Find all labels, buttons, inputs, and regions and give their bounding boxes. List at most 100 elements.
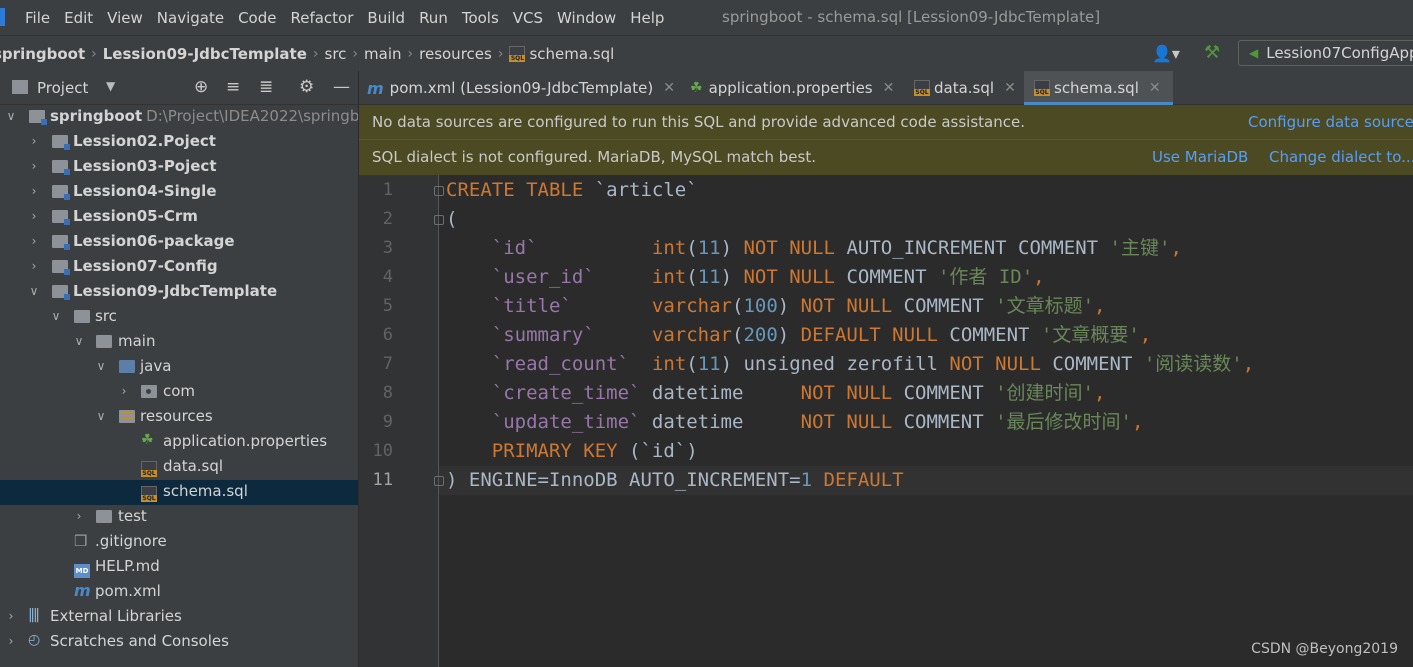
chevron-down-icon[interactable]: ∨ [28, 284, 40, 298]
datasource-notification: No data sources are configured to run th… [359, 105, 1413, 140]
tree-item-label: Scratches and Consoles [50, 632, 229, 650]
tree-item-main[interactable]: ∨ main [0, 330, 358, 355]
fold-marker-icon[interactable] [434, 476, 444, 486]
tree-item-scratches[interactable]: › ◴ Scratches and Consoles [0, 630, 358, 655]
code-token: ( [732, 324, 744, 346]
chevron-right-icon[interactable]: › [28, 259, 40, 273]
gear-icon[interactable]: ⚙ [299, 77, 314, 97]
menu-edit[interactable]: Edit [57, 9, 100, 27]
close-icon[interactable]: ✕ [663, 80, 675, 96]
fold-marker-icon[interactable] [434, 186, 444, 196]
code-token: '文章概要' [1040, 324, 1140, 346]
maven-icon: m [367, 78, 384, 98]
tree-item-lession02[interactable]: › Lession02.Poject [0, 130, 358, 155]
tree-item-help-md[interactable]: MD HELP.md [0, 555, 358, 580]
tree-item-external-libraries[interactable]: › ‖‖ External Libraries [0, 605, 358, 630]
menu-navigate[interactable]: Navigate [150, 9, 231, 27]
breadcrumb-project[interactable]: springboot [0, 45, 85, 63]
chevron-right-icon[interactable]: › [118, 384, 130, 398]
tab-data-sql[interactable]: data.sql ✕ [914, 71, 1016, 105]
use-mariadb-link[interactable]: Use MariaDB [1152, 148, 1248, 166]
tree-item-gitignore[interactable]: ❒ .gitignore [0, 530, 358, 555]
collapse-all-icon[interactable]: ≣ [259, 77, 273, 97]
tree-item-lession09[interactable]: ∨ Lession09-JdbcTemplate [0, 280, 358, 305]
locate-file-icon[interactable]: ⊕ [194, 77, 208, 97]
editor-tab-bar: m pom.xml (Lession09-JdbcTemplate) ✕ ☘ a… [359, 71, 1413, 105]
menu-window[interactable]: Window [550, 9, 623, 27]
menu-vcs[interactable]: VCS [506, 9, 550, 27]
chevron-down-icon[interactable]: ∨ [73, 334, 85, 348]
project-panel-title[interactable]: Project [37, 79, 88, 97]
fold-marker-icon[interactable] [434, 215, 444, 225]
chevron-right-icon[interactable]: › [28, 184, 40, 198]
tree-item-lession03[interactable]: › Lession03-Poject [0, 155, 358, 180]
tree-item-src[interactable]: ∨ src [0, 305, 358, 330]
code-token: ( [686, 353, 698, 375]
menu-tools[interactable]: Tools [455, 9, 506, 27]
tree-item-springboot[interactable]: ∨ springbootD:\Project\IDEA2022\springbo… [0, 105, 358, 130]
breadcrumb-module[interactable]: Lession09-JdbcTemplate [103, 45, 307, 63]
menu-help[interactable]: Help [623, 9, 671, 27]
chevron-right-icon[interactable]: › [28, 234, 40, 248]
intellij-logo-icon[interactable] [0, 8, 5, 26]
menu-run[interactable]: Run [412, 9, 455, 27]
tree-item-test[interactable]: › test [0, 505, 358, 530]
chevron-down-icon[interactable]: ∨ [95, 359, 107, 373]
code-token: 100 [743, 295, 778, 317]
code-token: , [1132, 411, 1144, 433]
module-folder-icon [29, 109, 47, 127]
tab-application-properties[interactable]: ☘ application.properties ✕ [690, 71, 894, 105]
breadcrumb-main[interactable]: main [364, 45, 401, 63]
close-icon[interactable]: ✕ [883, 80, 895, 96]
tab-schema-sql[interactable]: schema.sql ✕ [1024, 71, 1173, 105]
chevron-right-icon[interactable]: › [5, 609, 17, 623]
tree-item-lession04[interactable]: › Lession04-Single [0, 180, 358, 205]
configure-data-source-link[interactable]: Configure data source [1248, 113, 1413, 131]
tree-item-data-sql[interactable]: data.sql [0, 455, 358, 480]
hide-panel-icon[interactable]: — [333, 77, 350, 97]
menu-refactor[interactable]: Refactor [283, 9, 360, 27]
breadcrumb-src[interactable]: src [325, 45, 347, 63]
chevron-right-icon[interactable]: › [28, 159, 40, 173]
tree-item-lession06[interactable]: › Lession06-package [0, 230, 358, 255]
tree-item-pom-xml[interactable]: m pom.xml [0, 580, 358, 605]
breadcrumb-file[interactable]: schema.sql [529, 45, 614, 63]
tree-item-application-properties[interactable]: ☘ application.properties [0, 430, 358, 455]
chevron-down-icon[interactable]: ▼ [106, 79, 115, 93]
tree-item-java[interactable]: ∨ java [0, 355, 358, 380]
change-dialect-link[interactable]: Change dialect to... [1269, 148, 1413, 166]
chevron-right-icon[interactable]: › [5, 634, 17, 648]
chevron-down-icon[interactable]: ∨ [50, 309, 62, 323]
code-token: ( [686, 266, 698, 288]
menu-view[interactable]: View [100, 9, 150, 27]
run-configuration-selector[interactable]: ◀ Lession07ConfigApplication [1238, 40, 1413, 66]
user-icon[interactable]: 👤▾ [1152, 44, 1180, 63]
code-editor[interactable]: CREATE TABLE `article`( `id` int(11) NOT… [439, 175, 1413, 667]
chevron-down-icon[interactable]: ∨ [95, 409, 107, 423]
line-number: 8 [382, 383, 393, 403]
tree-item-lession05[interactable]: › Lession05-Crm [0, 205, 358, 230]
menu-code[interactable]: Code [231, 9, 283, 27]
tree-item-lession07[interactable]: › Lession07-Config [0, 255, 358, 280]
menu-build[interactable]: Build [360, 9, 412, 27]
close-icon[interactable]: ✕ [1149, 80, 1161, 96]
expand-all-icon[interactable]: ≡ [226, 77, 240, 97]
tree-item-resources[interactable]: ∨ resources [0, 405, 358, 430]
chevron-right-icon[interactable]: › [28, 209, 40, 223]
chevron-right-icon[interactable]: › [28, 134, 40, 148]
hammer-build-icon[interactable]: ⚒ [1204, 42, 1220, 63]
code-token: `read_count` [491, 353, 630, 375]
menu-bar: File Edit View Navigate Code Refactor Bu… [0, 0, 1413, 35]
chevron-down-icon[interactable]: ∨ [5, 109, 17, 123]
chevron-right-icon[interactable]: › [73, 509, 85, 523]
tree-item-com[interactable]: › com [0, 380, 358, 405]
tab-pom-xml[interactable]: m pom.xml (Lession09-JdbcTemplate) ✕ [367, 71, 675, 105]
code-token: 11 [697, 353, 721, 375]
close-icon[interactable]: ✕ [1004, 80, 1016, 96]
breadcrumb-resources[interactable]: resources [419, 45, 492, 63]
tree-item-schema-sql[interactable]: schema.sql [0, 480, 358, 505]
chevron-right-icon: › [312, 45, 319, 62]
menu-file[interactable]: File [18, 9, 57, 27]
